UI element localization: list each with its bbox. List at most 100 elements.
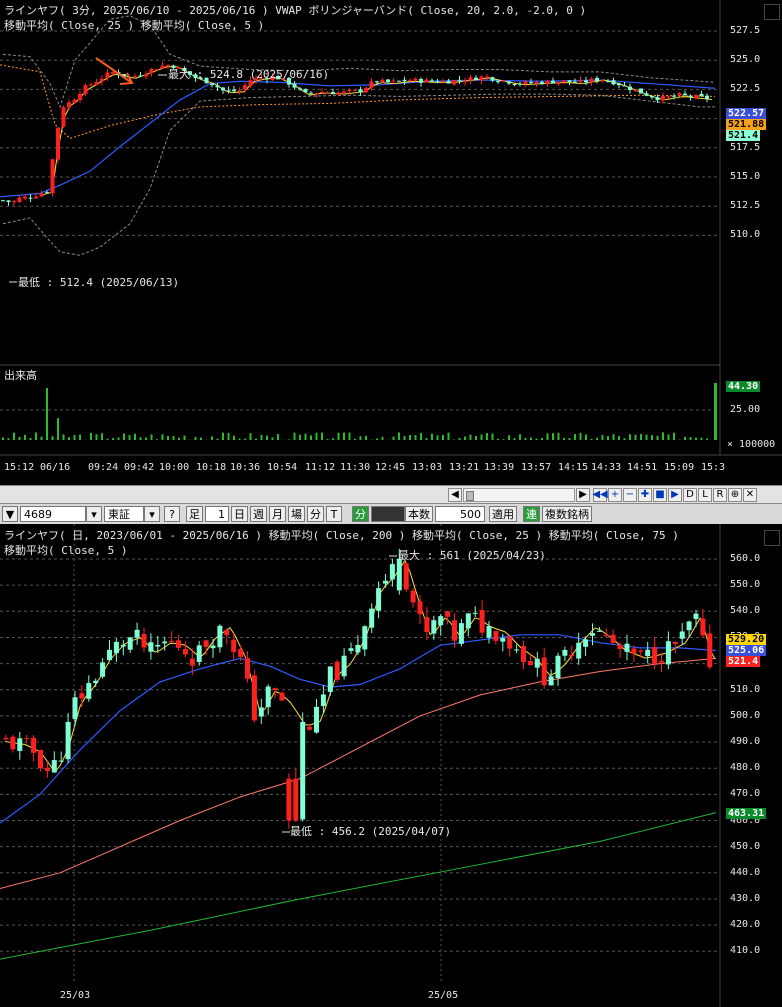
apply-button[interactable]: 適用 xyxy=(489,506,517,522)
daily-candle xyxy=(231,639,237,653)
volume-bar xyxy=(178,437,180,440)
intraday-title: ラインヤフ( 3分, 2025/06/10 - 2025/06/16 ) VWA… xyxy=(4,4,587,17)
intraday-chart-panel[interactable]: ラインヤフ( 3分, 2025/06/10 - 2025/06/16 ) VWA… xyxy=(0,0,782,485)
volume-bar xyxy=(618,436,620,440)
daily-y-tick: 440.0 xyxy=(730,866,761,878)
volume-bar xyxy=(134,433,136,440)
time-axis-label: 13:39 xyxy=(484,462,515,473)
volume-bar xyxy=(414,435,417,440)
daily-candle xyxy=(72,697,78,719)
l-button[interactable]: L xyxy=(698,487,712,502)
daily-candle xyxy=(548,676,554,686)
daily-candle xyxy=(314,706,319,733)
zoom-button[interactable]: ⊕ xyxy=(728,487,742,502)
intraday-candle xyxy=(424,79,429,83)
daily-candle xyxy=(410,590,416,603)
close-button[interactable]: ✕ xyxy=(743,487,757,502)
daily-corner-button[interactable] xyxy=(764,530,780,546)
volume-bar xyxy=(194,437,197,440)
daily-candle xyxy=(24,738,30,740)
daily-candle xyxy=(403,563,409,590)
session-button[interactable]: 場 xyxy=(288,506,305,522)
volume-bar xyxy=(260,434,263,440)
volume-bar xyxy=(95,434,98,440)
intraday-corner-button[interactable] xyxy=(764,4,780,20)
daily-chart-panel[interactable]: ラインヤフ( 日, 2023/06/01 - 2025/06/16 ) 移動平均… xyxy=(0,524,782,1007)
intraday-y-tick: 525.0 xyxy=(730,54,761,66)
scroll-left-button[interactable]: ◀ xyxy=(448,487,462,502)
volume-bar xyxy=(18,437,21,440)
stop-button[interactable]: ■ xyxy=(653,487,667,502)
scroll-track[interactable] xyxy=(463,487,575,502)
month-button[interactable]: 月 xyxy=(269,506,286,522)
market-select[interactable]: 東証 xyxy=(104,506,144,522)
tick-button[interactable]: T xyxy=(326,506,342,522)
day-button[interactable]: 日 xyxy=(231,506,248,522)
menu-button[interactable]: ▼ xyxy=(2,506,18,522)
foot-value-input[interactable]: 1 xyxy=(205,506,229,522)
intraday-candle xyxy=(661,96,665,101)
volume-bar xyxy=(403,436,406,440)
volume-bar xyxy=(519,434,521,440)
time-axis-label: 13:21 xyxy=(449,462,480,473)
volume-bar xyxy=(310,435,312,440)
intraday-candle xyxy=(496,81,500,83)
play-button[interactable]: ▶ xyxy=(668,487,682,502)
daily-candle xyxy=(210,645,216,649)
multi-symbol-button[interactable]: 複数銘柄 xyxy=(542,506,592,522)
chart-toolbar: ▼ 4689 ▾ 東証 ▾ ? 足 1 日 週 月 場 分 T 分 本数 500… xyxy=(0,503,782,525)
daily-candle xyxy=(79,693,85,699)
intraday-candle xyxy=(606,81,610,83)
volume-bar xyxy=(183,435,186,440)
volume-bar xyxy=(172,435,175,440)
scroll-start-button[interactable]: ◀◀ xyxy=(592,487,608,502)
daily-candle xyxy=(603,634,609,637)
intraday-candle xyxy=(617,83,621,86)
link-button[interactable]: 連 xyxy=(523,506,540,522)
d-button[interactable]: D xyxy=(683,487,697,502)
r-button[interactable]: R xyxy=(713,487,727,502)
volume-bar xyxy=(552,433,554,440)
pan-button[interactable]: ✚ xyxy=(638,487,652,502)
daily-candle xyxy=(120,644,126,647)
daily-candle xyxy=(327,666,333,692)
minute-value-input[interactable] xyxy=(371,506,405,522)
code-input[interactable]: 4689 xyxy=(20,506,86,522)
minute-button[interactable]: 分 xyxy=(307,506,324,522)
daily-candle xyxy=(3,737,9,740)
volume-bar xyxy=(51,436,54,440)
intraday-candle xyxy=(545,80,550,84)
daily-candle xyxy=(610,634,616,643)
volume-bar xyxy=(233,435,235,440)
volume-bar xyxy=(486,432,488,440)
minute-toggle-button[interactable]: 分 xyxy=(352,506,369,522)
intraday-candle xyxy=(105,72,110,78)
code-dropdown[interactable]: ▾ xyxy=(86,506,102,522)
intraday-candle xyxy=(221,87,225,91)
zoom-out-button[interactable]: − xyxy=(623,487,637,502)
count-input[interactable]: 500 xyxy=(435,506,485,522)
volume-bar xyxy=(645,434,648,440)
volume-bar xyxy=(601,435,604,440)
scroll-right-button[interactable]: ▶ xyxy=(576,487,590,502)
market-dropdown[interactable]: ▾ xyxy=(144,506,160,522)
volume-bar xyxy=(200,437,202,440)
chart-scrollbar[interactable]: ◀ ▶ ◀◀ + − ✚ ■ ▶ D L R ⊕ ✕ xyxy=(0,485,782,503)
intraday-price-chart[interactable] xyxy=(0,0,782,485)
intraday-candle xyxy=(226,90,231,92)
daily-price-chart[interactable] xyxy=(0,524,782,1007)
time-axis-label: 10:36 xyxy=(230,462,261,473)
daily-candle xyxy=(507,636,513,649)
volume-bar xyxy=(150,434,153,440)
intraday-candle xyxy=(551,80,555,84)
week-button[interactable]: 週 xyxy=(250,506,267,522)
daily-candle xyxy=(700,618,706,636)
daily-candle xyxy=(258,707,264,717)
time-axis-label: 14:51 xyxy=(627,462,658,473)
intraday-price-badge: 521.4 xyxy=(726,130,761,141)
zoom-in-button[interactable]: + xyxy=(608,487,622,502)
daily-candle xyxy=(527,661,533,666)
intraday-candle xyxy=(248,80,253,87)
scroll-thumb[interactable] xyxy=(466,490,474,501)
help-button[interactable]: ? xyxy=(164,506,180,522)
